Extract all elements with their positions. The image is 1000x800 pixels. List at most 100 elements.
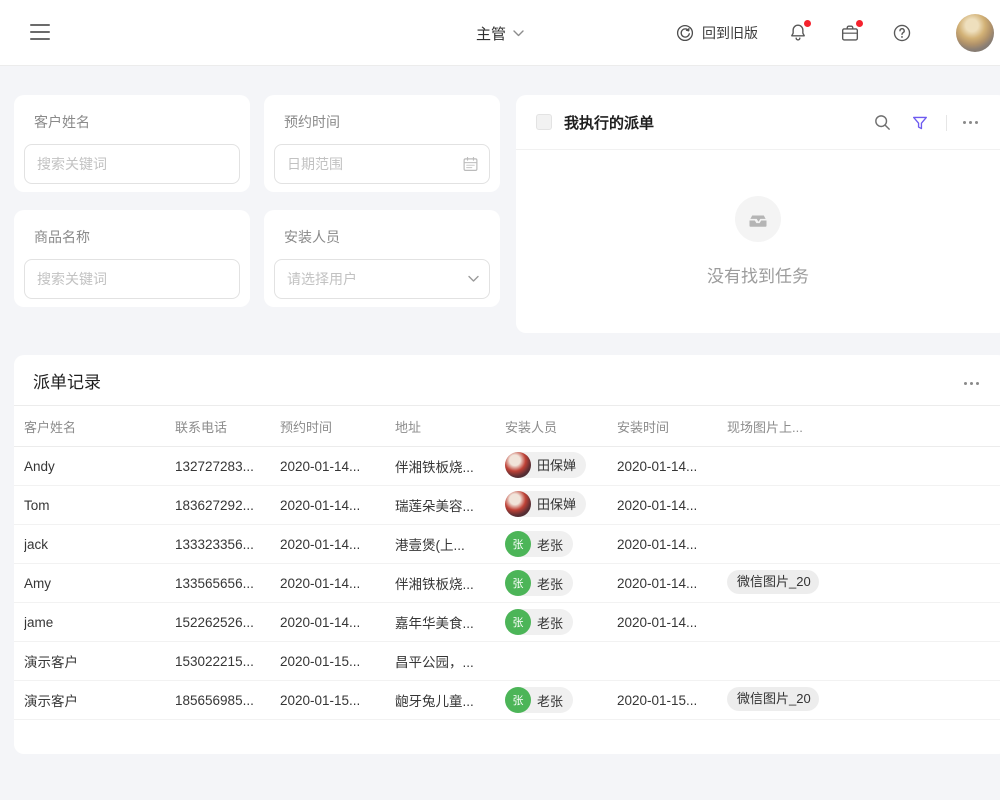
installer-pill: 田保婵 [505,491,586,517]
cell-install-time: 2020-01-14... [617,576,727,591]
my-dispatch-panel: 我执行的派单 没有找到任务 [516,95,1000,333]
cell-customer-name: 演示客户 [24,690,175,710]
image-file-tag[interactable]: 微信图片_20 [727,570,819,594]
filter-button[interactable] [908,111,932,135]
cell-phone: 132727283... [175,459,280,474]
empty-state-text: 没有找到任务 [707,262,809,287]
installer-pill: 张老张 [505,687,573,713]
chevron-down-icon [468,276,479,283]
cell-phone: 133565656... [175,576,280,591]
dispatch-records-card: 派单记录 客户姓名 联系电话 预约时间 地址 安装人员 安装时间 现场图片上..… [14,355,1000,754]
notification-badge [804,20,811,27]
task-center-button[interactable] [838,21,862,45]
column-header[interactable]: 预约时间 [280,417,395,436]
panel-title: 我执行的派单 [564,112,654,133]
cell-installer: 张老张 [505,609,617,635]
filter-card-customer-name: 客户姓名 [14,95,250,192]
installer-avatar [505,452,531,478]
cell-address: 龅牙兔儿童... [395,690,505,710]
cell-appoint-time: 2020-01-14... [280,537,395,552]
installer-select[interactable] [274,259,490,299]
table-row[interactable]: jack 133323356... 2020-01-14... 港壹煲(上...… [14,525,1000,564]
select-all-checkbox[interactable] [536,114,552,130]
calendar-icon[interactable] [462,156,479,173]
search-button[interactable] [870,111,894,135]
installer-name: 田保婵 [537,494,576,513]
cell-installer: 张老张 [505,570,617,596]
cell-install-time: 2020-01-14... [617,498,727,513]
customer-name-input[interactable] [24,144,240,184]
cell-appoint-time: 2020-01-15... [280,693,395,708]
records-more-button[interactable] [962,378,981,389]
table-row[interactable]: Amy 133565656... 2020-01-14... 伴湘铁板烧... … [14,564,1000,603]
installer-name: 老张 [537,535,563,554]
cell-install-time: 2020-01-14... [617,459,727,474]
task-badge [856,20,863,27]
column-header[interactable]: 现场图片上... [727,417,1000,436]
cell-customer-name: jack [24,537,175,552]
installer-avatar: 张 [505,570,531,596]
installer-pill: 张老张 [505,570,573,596]
cell-appoint-time: 2020-01-14... [280,498,395,513]
column-header[interactable]: 安装时间 [617,417,727,436]
product-name-input[interactable] [24,259,240,299]
installer-pill: 张老张 [505,609,573,635]
funnel-icon [911,114,929,132]
cell-address: 伴湘铁板烧... [395,456,505,476]
question-icon [891,22,913,44]
installer-pill: 张老张 [505,531,573,557]
installer-name: 老张 [537,574,563,593]
cell-image: 微信图片_20 [727,687,1000,714]
installer-avatar: 张 [505,609,531,635]
filter-card-appointment-time: 预约时间 [264,95,500,192]
table-row[interactable]: 演示客户 153022215... 2020-01-15... 昌平公园，... [14,642,1000,681]
filter-label: 客户姓名 [24,112,240,132]
back-to-old-version-button[interactable]: 回到旧版 [676,23,758,43]
cell-phone: 152262526... [175,615,280,630]
back-to-old-version-label: 回到旧版 [702,23,758,43]
cell-phone: 153022215... [175,654,280,669]
column-header[interactable]: 安装人员 [505,417,617,436]
panel-more-button[interactable] [961,117,980,128]
cell-customer-name: jame [24,615,175,630]
installer-avatar [505,491,531,517]
cell-address: 嘉年华美食... [395,612,505,632]
installer-pill: 田保婵 [505,452,586,478]
table-row[interactable]: Andy 132727283... 2020-01-14... 伴湘铁板烧...… [14,447,1000,486]
table-row[interactable]: jame 152262526... 2020-01-14... 嘉年华美食...… [14,603,1000,642]
user-avatar[interactable] [956,14,994,52]
installer-name: 老张 [537,613,563,632]
chevron-down-icon [513,30,524,37]
empty-state-circle [735,196,781,242]
table-row[interactable]: Tom 183627292... 2020-01-14... 瑞莲朵美容... … [14,486,1000,525]
table-row[interactable]: 演示客户 185656985... 2020-01-15... 龅牙兔儿童...… [14,681,1000,720]
records-title: 派单记录 [33,368,101,393]
filter-label: 商品名称 [24,227,240,247]
notifications-button[interactable] [786,21,810,45]
column-header[interactable]: 联系电话 [175,417,280,436]
cell-install-time: 2020-01-15... [617,693,727,708]
cell-installer: 田保婵 [505,491,617,520]
cell-customer-name: Andy [24,459,175,474]
column-header[interactable]: 地址 [395,417,505,436]
filter-label: 安装人员 [274,227,490,247]
column-header[interactable]: 客户姓名 [24,417,175,436]
help-button[interactable] [890,21,914,45]
table-header-row: 客户姓名 联系电话 预约时间 地址 安装人员 安装时间 现场图片上... [14,405,1000,447]
rollback-icon [676,24,694,42]
cell-phone: 183627292... [175,498,280,513]
workspace-title: 主管 [476,23,506,44]
cell-customer-name: Tom [24,498,175,513]
cell-customer-name: 演示客户 [24,651,175,671]
installer-avatar: 张 [505,687,531,713]
cell-address: 昌平公园，... [395,651,505,671]
cell-address: 港壹煲(上... [395,534,505,554]
filter-card-installer: 安装人员 [264,210,500,307]
installer-name: 老张 [537,691,563,710]
inbox-icon [746,207,770,231]
top-header: 主管 回到旧版 [0,0,1000,66]
cell-installer: 田保婵 [505,452,617,481]
date-range-input[interactable] [274,144,490,184]
image-file-tag[interactable]: 微信图片_20 [727,687,819,711]
filter-card-product-name: 商品名称 [14,210,250,307]
